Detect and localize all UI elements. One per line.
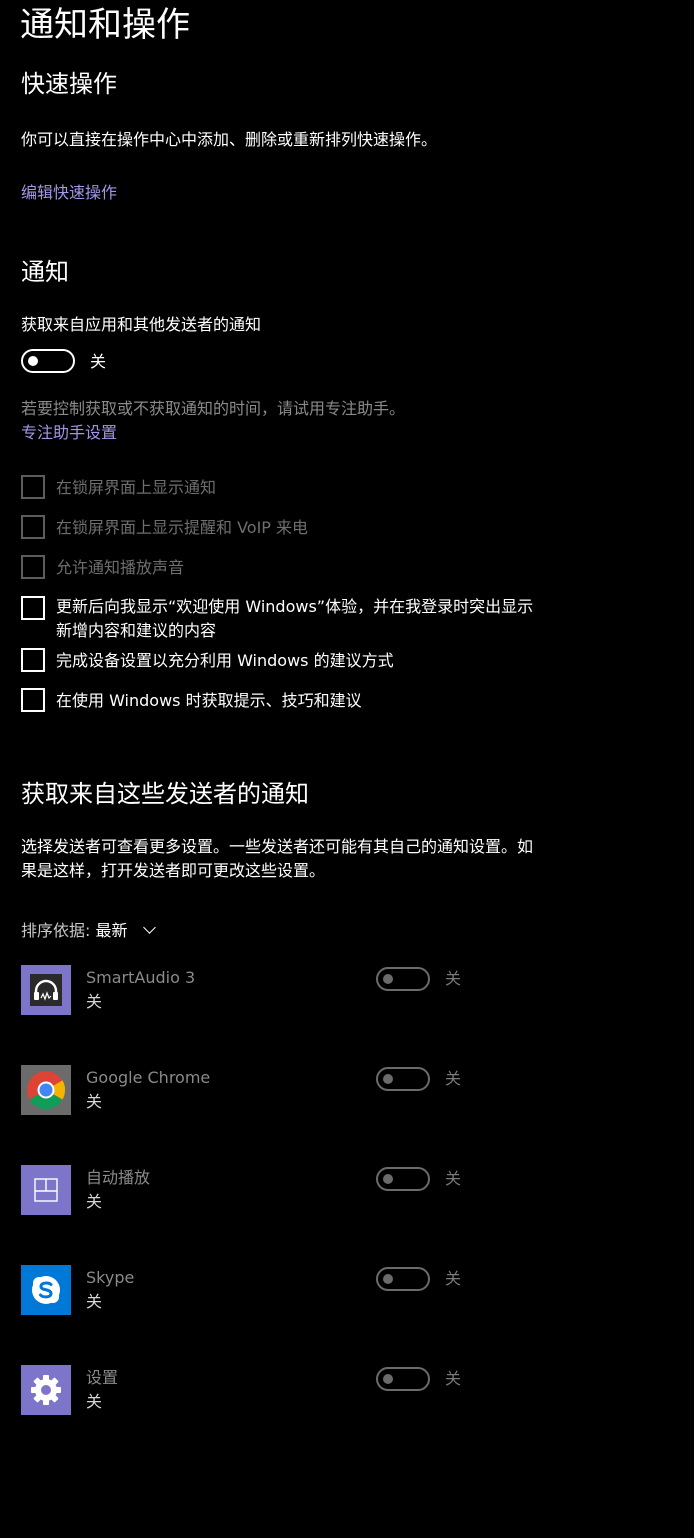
senders-description-line1: 选择发送者可查看更多设置。一些发送者还可能有其自己的通知设置。如: [21, 837, 534, 856]
checkbox-notification-sounds[interactable]: [21, 555, 45, 579]
checkbox-label-welcome-experience-line2: 新增内容和建议的内容: [56, 621, 217, 640]
chevron-down-icon: [142, 921, 156, 934]
checkbox-label-lockscreen-notifications: 在锁屏界面上显示通知: [56, 478, 217, 497]
chrome-icon: [27, 1071, 66, 1109]
toggle-knob: [383, 1074, 393, 1084]
quick-actions-heading: 快速操作: [21, 70, 117, 98]
checkbox-label-tips-tricks: 在使用 Windows 时获取提示、技巧和建议: [56, 691, 362, 710]
gear-icon: [31, 1375, 61, 1405]
app-toggle-label-smartaudio: 关: [445, 969, 462, 988]
app-toggle-autoplay[interactable]: [376, 1167, 430, 1191]
app-name-settings: 设置: [86, 1368, 119, 1387]
focus-assist-hint: 若要控制获取或不获取通知的时间，请试用专注助手。: [21, 399, 406, 418]
app-state-google-chrome: 关: [86, 1092, 103, 1111]
skype-icon: [32, 1276, 60, 1304]
get-notifications-toggle[interactable]: [21, 349, 75, 373]
app-name-smartaudio: SmartAudio 3: [86, 968, 196, 987]
app-toggle-label-google-chrome: 关: [445, 1069, 462, 1088]
app-state-skype: 关: [86, 1292, 103, 1311]
app-tile-google-chrome[interactable]: [21, 1065, 71, 1115]
checkbox-label-lockscreen-reminders: 在锁屏界面上显示提醒和 VoIP 来电: [56, 518, 309, 537]
app-tile-settings[interactable]: [21, 1365, 71, 1415]
app-toggle-google-chrome[interactable]: [376, 1067, 430, 1091]
toggle-knob: [383, 1274, 393, 1284]
app-toggle-settings[interactable]: [376, 1367, 430, 1391]
toggle-knob: [383, 974, 393, 984]
get-notifications-toggle-state: 关: [90, 352, 107, 371]
app-name-google-chrome: Google Chrome: [86, 1068, 211, 1087]
headphones-icon: [30, 974, 62, 1006]
sort-by-value: 最新: [95, 921, 128, 940]
quick-actions-description: 你可以直接在操作中心中添加、删除或重新排列快速操作。: [21, 130, 438, 149]
notifications-settings-page: 通知和操作 快速操作 你可以直接在操作中心中添加、删除或重新排列快速操作。 编辑…: [0, 0, 694, 1538]
edit-quick-actions-link[interactable]: 编辑快速操作: [21, 181, 117, 205]
autoplay-icon: [34, 1178, 58, 1202]
page-title: 通知和操作: [20, 5, 190, 45]
checkbox-tips-tricks[interactable]: [21, 688, 45, 712]
checkbox-lockscreen-reminders[interactable]: [21, 515, 45, 539]
app-name-skype: Skype: [86, 1268, 135, 1287]
app-state-settings: 关: [86, 1392, 103, 1411]
app-state-autoplay: 关: [86, 1192, 103, 1211]
app-name-autoplay: 自动播放: [86, 1168, 151, 1187]
checkbox-label-welcome-experience-line1: 更新后向我显示“欢迎使用 Windows”体验，并在我登录时突出显示: [56, 597, 534, 616]
checkbox-label-device-setup-suggestions: 完成设备设置以充分利用 Windows 的建议方式: [56, 651, 394, 670]
senders-heading: 获取来自这些发送者的通知: [21, 780, 309, 808]
sort-by-dropdown[interactable]: 排序依据: 最新: [21, 919, 156, 943]
checkbox-label-notification-sounds: 允许通知播放声音: [56, 558, 185, 577]
app-state-smartaudio: 关: [86, 992, 103, 1011]
focus-assist-settings-link[interactable]: 专注助手设置: [21, 421, 117, 445]
toggle-knob: [28, 356, 38, 366]
app-tile-skype[interactable]: [21, 1265, 71, 1315]
app-tile-autoplay[interactable]: [21, 1165, 71, 1215]
toggle-knob: [383, 1374, 393, 1384]
checkbox-device-setup-suggestions[interactable]: [21, 648, 45, 672]
senders-description-line2: 果是这样，打开发送者即可更改这些设置。: [21, 861, 326, 880]
app-toggle-skype[interactable]: [376, 1267, 430, 1291]
notifications-heading: 通知: [21, 258, 69, 286]
app-toggle-label-skype: 关: [445, 1269, 462, 1288]
checkbox-lockscreen-notifications[interactable]: [21, 475, 45, 499]
toggle-knob: [383, 1174, 393, 1184]
app-toggle-label-settings: 关: [445, 1369, 462, 1388]
app-toggle-label-autoplay: 关: [445, 1169, 462, 1188]
get-notifications-label: 获取来自应用和其他发送者的通知: [21, 315, 262, 334]
app-tile-smartaudio[interactable]: [21, 965, 71, 1015]
app-toggle-smartaudio[interactable]: [376, 967, 430, 991]
checkbox-welcome-experience[interactable]: [21, 596, 45, 620]
sort-by-label: 排序依据:: [21, 921, 91, 940]
